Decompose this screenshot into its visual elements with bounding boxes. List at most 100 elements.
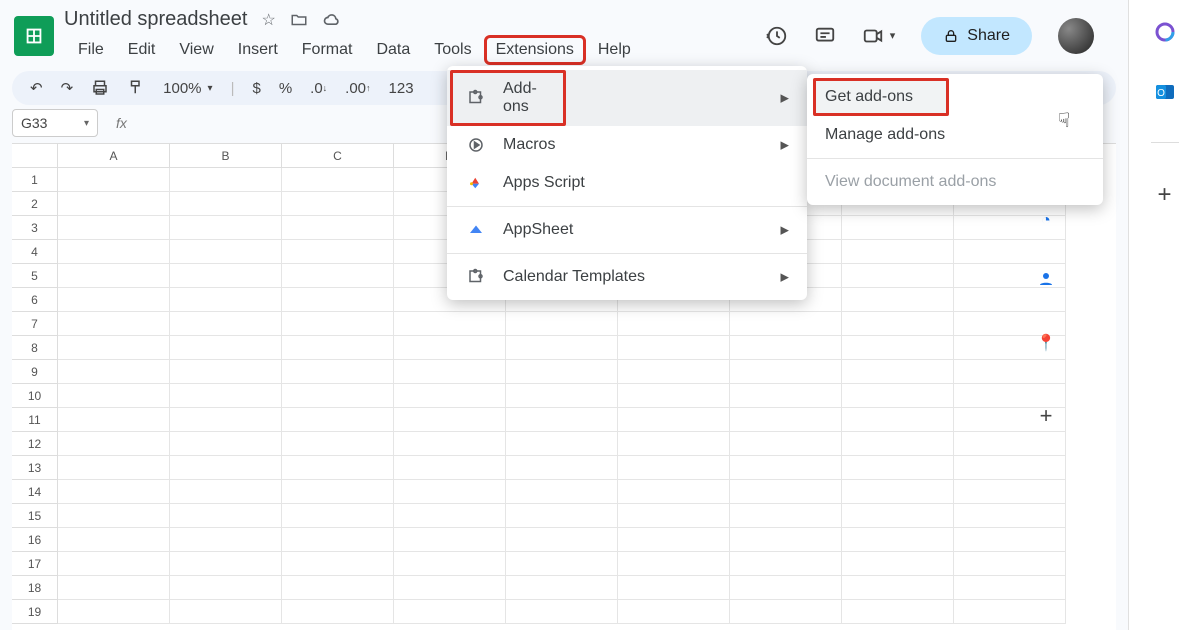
row-header[interactable]: 1 [12,168,58,192]
sheets-product-icon[interactable] [14,16,54,56]
row-header[interactable]: 3 [12,216,58,240]
zoom-dropdown[interactable]: 100%▾ [163,80,212,97]
cell[interactable] [58,264,170,288]
cell[interactable] [842,408,954,432]
cell[interactable] [58,432,170,456]
cell[interactable] [282,288,394,312]
cell[interactable] [618,528,730,552]
cell[interactable] [394,336,506,360]
cell[interactable] [618,576,730,600]
cell[interactable] [170,288,282,312]
cell[interactable] [58,312,170,336]
cell[interactable] [58,240,170,264]
cell[interactable] [842,432,954,456]
menu-data[interactable]: Data [366,37,420,63]
cell[interactable] [170,192,282,216]
row-header[interactable]: 19 [12,600,58,624]
cell[interactable] [58,600,170,624]
cell[interactable] [730,312,842,336]
name-box[interactable]: G33▾ [12,109,98,137]
cell[interactable] [730,480,842,504]
menu-insert[interactable]: Insert [228,37,288,63]
outlook-icon[interactable]: O [1153,80,1177,104]
cell[interactable] [58,504,170,528]
cell[interactable] [506,576,618,600]
cell[interactable] [58,576,170,600]
undo-icon[interactable]: ↶ [30,79,43,97]
cell[interactable] [58,216,170,240]
account-avatar[interactable] [1058,18,1094,54]
percent-icon[interactable]: % [279,80,292,97]
cell[interactable] [842,360,954,384]
cell[interactable] [170,264,282,288]
cell[interactable] [618,360,730,384]
cell[interactable] [282,408,394,432]
cell[interactable] [842,456,954,480]
cell[interactable] [618,456,730,480]
cell[interactable] [618,384,730,408]
cell[interactable] [618,504,730,528]
row-header[interactable]: 13 [12,456,58,480]
cell[interactable] [618,552,730,576]
cell[interactable] [618,312,730,336]
cloud-status-icon[interactable] [322,10,342,30]
cell[interactable] [58,528,170,552]
cell[interactable] [394,360,506,384]
cell[interactable] [842,336,954,360]
cell[interactable] [170,432,282,456]
cell[interactable] [730,360,842,384]
cell[interactable] [618,432,730,456]
cell[interactable] [394,600,506,624]
row-header[interactable]: 10 [12,384,58,408]
cell[interactable] [842,576,954,600]
cell[interactable] [842,240,954,264]
cell[interactable] [842,600,954,624]
decrease-decimal-icon[interactable]: .0↓ [310,80,327,97]
cell[interactable] [58,552,170,576]
increase-decimal-icon[interactable]: .00↑ [345,80,370,97]
cell[interactable] [282,552,394,576]
row-header[interactable]: 2 [12,192,58,216]
cell[interactable] [282,528,394,552]
ext-item-macros[interactable]: Macros▶ [447,126,807,164]
select-all-corner[interactable] [12,144,58,168]
cell[interactable] [618,480,730,504]
cell[interactable] [394,504,506,528]
row-header[interactable]: 17 [12,552,58,576]
cell[interactable] [394,408,506,432]
col-header[interactable]: C [282,144,394,168]
cell[interactable] [282,504,394,528]
cell[interactable] [394,312,506,336]
cell[interactable] [730,552,842,576]
cell[interactable] [730,456,842,480]
cell[interactable] [170,600,282,624]
cell[interactable] [506,504,618,528]
row-header[interactable]: 8 [12,336,58,360]
cell[interactable] [506,336,618,360]
row-header[interactable]: 11 [12,408,58,432]
cell[interactable] [282,576,394,600]
comments-icon[interactable] [814,25,836,47]
cell[interactable] [58,360,170,384]
star-icon[interactable]: ☆ [261,10,275,30]
cell[interactable] [730,384,842,408]
row-header[interactable]: 15 [12,504,58,528]
ext-item-add-ons[interactable]: Add-ons [450,70,566,126]
cell[interactable] [394,456,506,480]
cell[interactable] [618,600,730,624]
move-folder-icon[interactable] [290,11,308,29]
cell[interactable] [58,288,170,312]
cell[interactable] [842,552,954,576]
cell[interactable] [282,264,394,288]
cell[interactable] [282,432,394,456]
cell[interactable] [170,408,282,432]
cell[interactable] [170,504,282,528]
cell[interactable] [58,168,170,192]
cell[interactable] [394,552,506,576]
cell[interactable] [170,360,282,384]
number-format-icon[interactable]: 123 [389,80,414,97]
cell[interactable] [506,600,618,624]
cell[interactable] [282,168,394,192]
cell[interactable] [730,528,842,552]
menu-format[interactable]: Format [292,37,363,63]
